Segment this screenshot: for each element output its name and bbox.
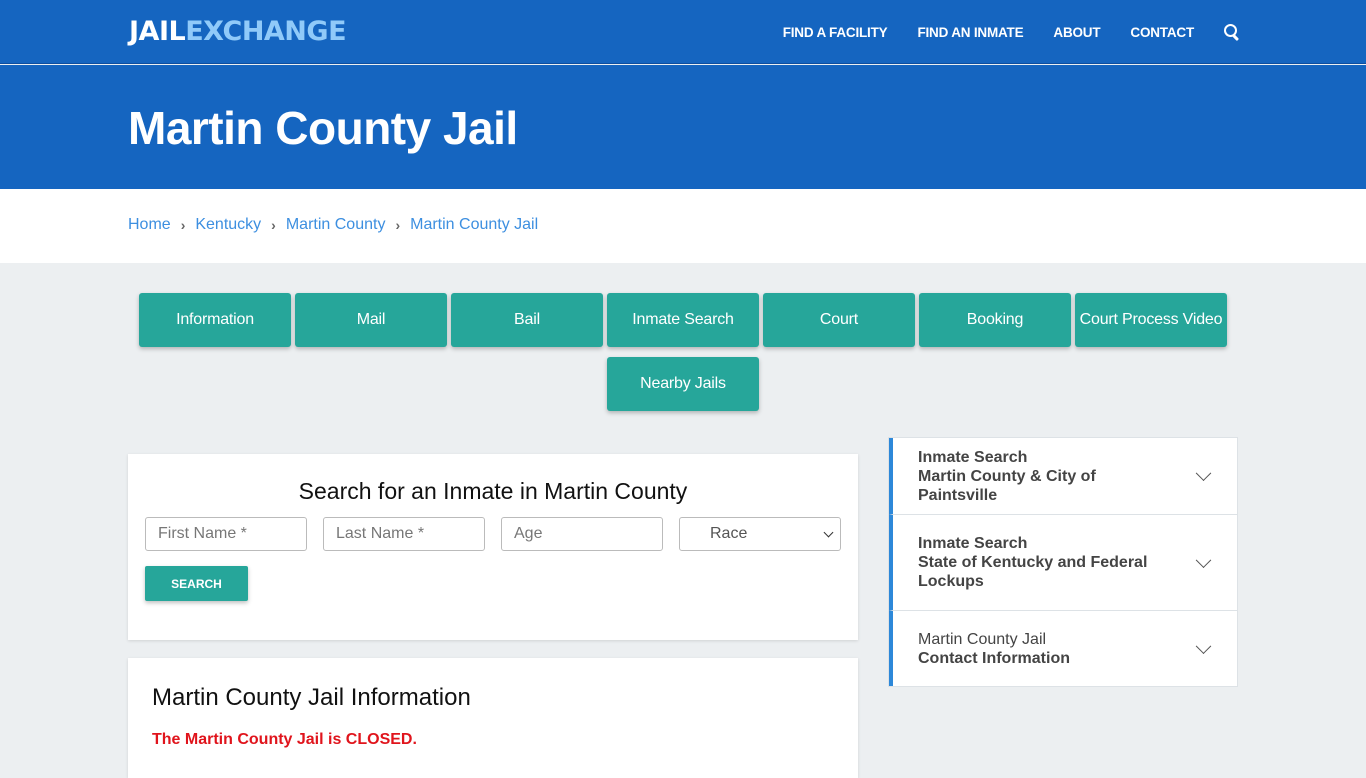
accordion-inmate-search-state[interactable]: Inmate Search State of Kentucky and Fede… (889, 515, 1237, 611)
tab-booking[interactable]: Booking (919, 293, 1071, 347)
search-fields: Race (145, 517, 841, 551)
accordion-contact-information[interactable]: Martin County Jail Contact Information (889, 611, 1237, 686)
nav-contact[interactable]: CONTACT (1130, 25, 1194, 40)
breadcrumb-bar: Home › Kentucky › Martin County › Martin… (0, 189, 1366, 263)
tab-nearby-jails[interactable]: Nearby Jails (607, 357, 759, 411)
breadcrumb-martin-county-jail[interactable]: Martin County Jail (410, 216, 538, 234)
age-input[interactable] (501, 517, 663, 551)
chevron-down-icon (1195, 551, 1212, 568)
accordion-line1: Martin County Jail (918, 630, 1047, 648)
tab-court[interactable]: Court (763, 293, 915, 347)
breadcrumb-kentucky[interactable]: Kentucky (195, 216, 261, 234)
chevron-down-icon (1195, 637, 1212, 654)
race-select[interactable]: Race (679, 517, 841, 551)
page-title: Martin County Jail (128, 102, 518, 154)
breadcrumb-martin-county[interactable]: Martin County (286, 216, 386, 234)
sidebar-accordion: Inmate Search Martin County & City of Pa… (888, 437, 1238, 687)
breadcrumb: Home › Kentucky › Martin County › Martin… (128, 216, 538, 234)
chevron-down-icon (1195, 465, 1212, 482)
facility-tabs: Information Mail Bail Inmate Search Cour… (137, 293, 1229, 411)
main-nav: FIND A FACILITY FIND AN INMATE ABOUT CON… (753, 0, 1240, 64)
logo-exchange: EXCHANGE (185, 16, 347, 47)
closed-status: The Martin County Jail is CLOSED. (152, 731, 417, 748)
tab-information[interactable]: Information (139, 293, 291, 347)
accordion-inmate-search-county[interactable]: Inmate Search Martin County & City of Pa… (889, 438, 1237, 515)
search-icon[interactable] (1224, 24, 1240, 40)
jail-information-card: Martin County Jail Information The Marti… (128, 658, 858, 778)
accordion-line1: Inmate Search (918, 535, 1028, 552)
race-select-value: Race (710, 525, 748, 542)
tab-mail[interactable]: Mail (295, 293, 447, 347)
chevron-down-icon (823, 527, 834, 537)
nav-about[interactable]: ABOUT (1053, 25, 1100, 40)
tab-inmate-search[interactable]: Inmate Search (607, 293, 759, 347)
last-name-input[interactable] (323, 517, 485, 551)
tab-bail[interactable]: Bail (451, 293, 603, 347)
inmate-search-card: Search for an Inmate in Martin County Ra… (128, 454, 858, 640)
accordion-line1: Inmate Search (918, 448, 1028, 466)
accordion-line2: Martin County & City of Paintsville (918, 467, 1096, 504)
first-name-input[interactable] (145, 517, 307, 551)
chevron-right-icon: › (271, 217, 276, 233)
site-logo[interactable]: JAILEXCHANGE (129, 16, 347, 47)
accordion-line2: State of Kentucky and Federal Lockups (918, 554, 1148, 590)
breadcrumb-home[interactable]: Home (128, 216, 171, 234)
chevron-right-icon: › (395, 217, 401, 233)
chevron-right-icon: › (180, 217, 186, 233)
hero-banner: Martin County Jail (0, 65, 1366, 189)
tab-court-process-video[interactable]: Court Process Video (1075, 293, 1227, 347)
search-card-title: Search for an Inmate in Martin County (298, 478, 688, 504)
nav-find-an-inmate[interactable]: FIND AN INMATE (917, 25, 1023, 40)
info-title: Martin County Jail Information (152, 684, 471, 711)
nav-find-a-facility[interactable]: FIND A FACILITY (783, 25, 888, 40)
logo-jail: JAIL (129, 16, 186, 47)
search-button[interactable]: SEARCH (145, 566, 248, 601)
top-navbar: JAILEXCHANGE FIND A FACILITY FIND AN INM… (0, 0, 1366, 64)
accordion-line2: Contact Information (918, 649, 1070, 667)
